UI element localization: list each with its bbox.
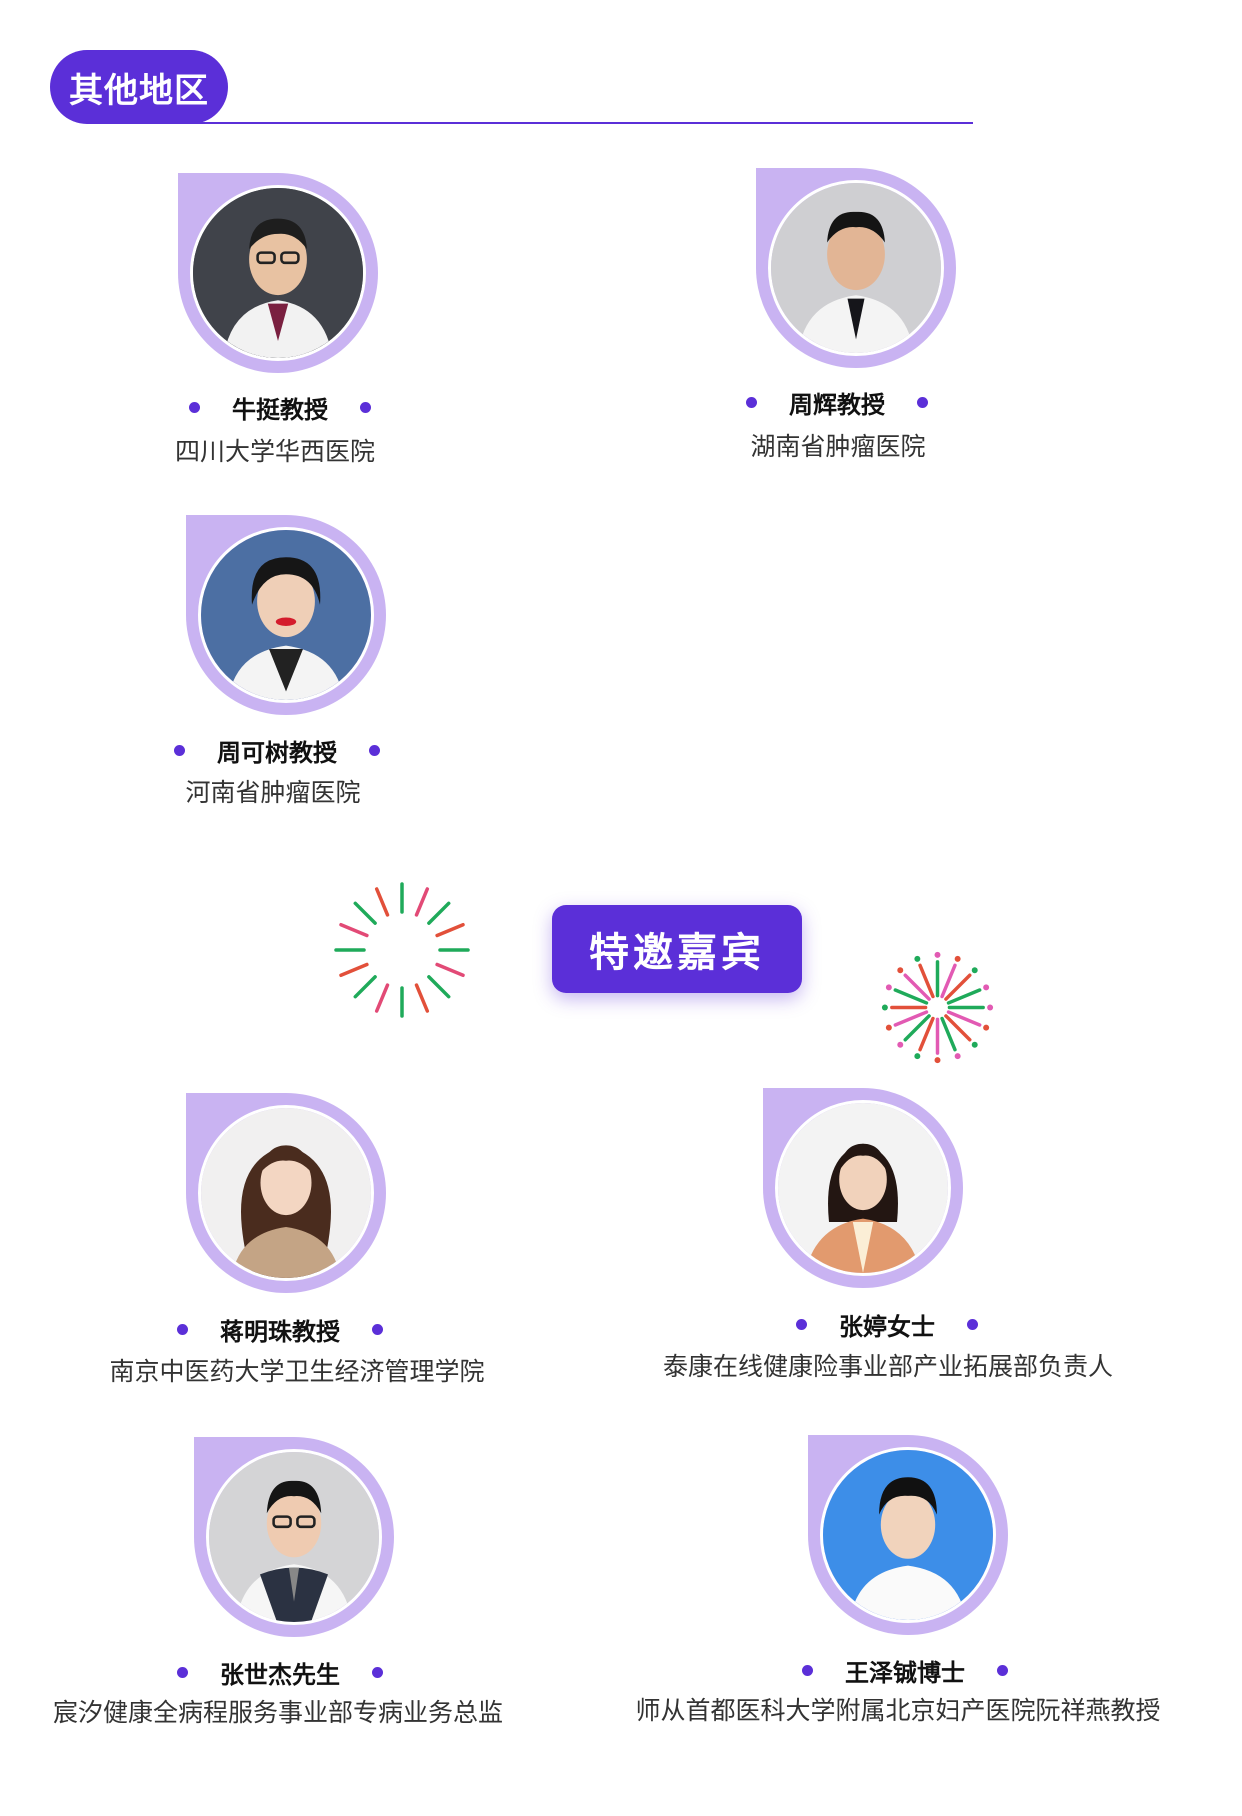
guest-card: 张世杰先生 宸汐健康全病程服务事业部专病业务总监 [0,1435,580,1735]
guest-name: 张婷女士 [839,1313,935,1341]
speaker-photo [768,180,944,356]
guest-card: 张婷女士 泰康在线健康险事业部产业拓展部负责人 [600,1085,1180,1385]
section-title: 其他地区 [69,70,209,111]
bullet-dot-icon [372,1324,383,1335]
bullet-dot-icon [372,1667,383,1678]
speaker-photo-frame [178,173,378,373]
speaker-photo-frame [756,168,956,368]
guest-affiliation: 师从首都医科大学附属北京妇产医院阮祥燕教授 [635,1696,1161,1725]
speaker-name: 周辉教授 [789,391,885,419]
speaker-name: 周可树教授 [217,739,337,767]
bullet-dot-icon [369,745,380,756]
speaker-photo [198,527,374,703]
guest-photo [198,1105,374,1281]
bullet-dot-icon [177,1667,188,1678]
bullet-dot-icon [796,1319,807,1330]
firework-right-icon [881,951,994,1064]
guest-name-row: 王泽铖博士 [615,1653,1195,1688]
bullet-dot-icon [174,745,185,756]
guest-card: 蒋明珠教授 南京中医药大学卫生经济管理学院 [0,1090,580,1390]
guest-affiliation: 宸汐健康全病程服务事业部专病业务总监 [52,1698,503,1727]
guest-photo-frame [808,1435,1008,1635]
guest-name: 张世杰先生 [220,1661,340,1689]
guest-name-row: 张婷女士 [597,1307,1177,1342]
speaker-affiliation: 湖南省肿瘤医院 [750,432,926,461]
guest-photo [820,1447,996,1623]
section-divider [118,122,973,124]
bullet-dot-icon [189,402,200,413]
speaker-affiliation: 河南省肿瘤医院 [185,778,361,807]
guest-name: 蒋明珠教授 [220,1318,340,1346]
bullet-dot-icon [177,1324,188,1335]
special-guests-banner: 特邀嘉宾 [552,905,802,993]
bullet-dot-icon [967,1319,978,1330]
guest-name-row: 蒋明珠教授 [0,1312,570,1347]
speaker-photo-frame [186,515,386,715]
guest-photo [775,1100,951,1276]
guest-card: 王泽铖博士 师从首都医科大学附属北京妇产医院阮祥燕教授 [620,1435,1200,1735]
speaker-card: 牛挺教授 四川大学华西医院 [0,170,560,470]
special-guests-label: 特邀嘉宾 [589,930,765,976]
guest-affiliation: 南京中医药大学卫生经济管理学院 [109,1357,485,1386]
guest-photo-frame [194,1437,394,1637]
bullet-dot-icon [360,402,371,413]
bullet-dot-icon [997,1665,1008,1676]
bullet-dot-icon [917,397,928,408]
speaker-card: 周辉教授 湖南省肿瘤医院 [560,165,1120,465]
bullet-dot-icon [802,1665,813,1676]
speaker-name-row: 牛挺教授 [0,390,560,425]
guest-photo [206,1449,382,1625]
speaker-photo [190,185,366,361]
speaker-name-row: 周可树教授 [0,733,557,768]
guest-photo-frame [186,1093,386,1293]
guest-name-row: 张世杰先生 [0,1655,570,1690]
speaker-name-row: 周辉教授 [557,385,1117,420]
speaker-card: 周可树教授 河南省肿瘤医院 [0,515,560,815]
speaker-name: 牛挺教授 [232,396,328,424]
guest-photo-frame [763,1088,963,1288]
firework-left-icon [334,882,470,1018]
bullet-dot-icon [746,397,757,408]
guest-affiliation: 泰康在线健康险事业部产业拓展部负责人 [662,1352,1113,1381]
speaker-affiliation: 四川大学华西医院 [174,437,375,466]
guest-name: 王泽铖博士 [845,1659,965,1687]
section-title-badge: 其他地区 [50,50,228,124]
